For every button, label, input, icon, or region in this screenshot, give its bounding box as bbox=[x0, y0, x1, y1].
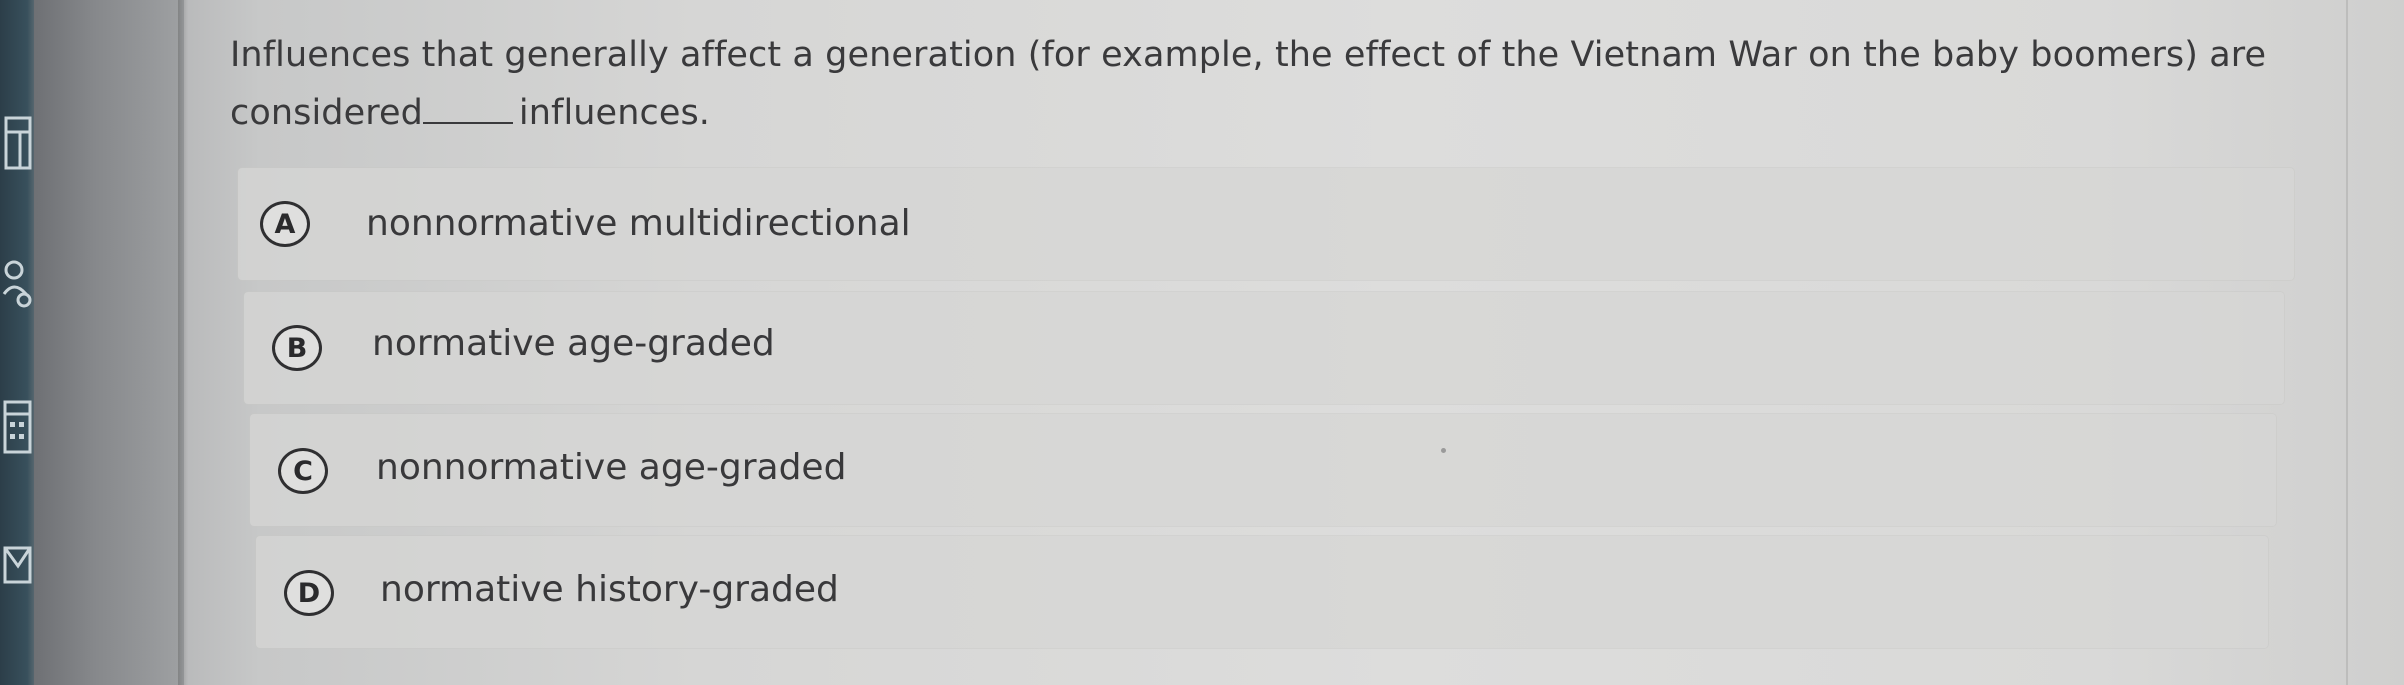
answer-option-c[interactable]: C nonnormative age-graded bbox=[250, 414, 2276, 526]
answer-option-d[interactable]: D normative history-graded bbox=[256, 536, 2268, 648]
answer-option-b[interactable]: B normative age-graded bbox=[244, 292, 2284, 404]
window-rail bbox=[34, 0, 184, 685]
people-icon[interactable] bbox=[2, 252, 32, 314]
option-label: normative history-graded bbox=[380, 569, 839, 610]
option-letter-badge: C bbox=[278, 448, 328, 494]
notebook-icon[interactable] bbox=[2, 112, 32, 174]
app-sidebar bbox=[0, 0, 34, 685]
option-label: nonnormative age-graded bbox=[376, 447, 847, 488]
question-text-after-blank: influences. bbox=[518, 93, 711, 133]
option-label: normative age-graded bbox=[372, 323, 775, 364]
screen-speck bbox=[1441, 448, 1446, 453]
content-edge-shadow bbox=[178, 0, 188, 685]
question-text: Influences that generally affect a gener… bbox=[230, 26, 2310, 142]
mail-icon[interactable] bbox=[2, 540, 32, 590]
option-label: nonnormative multidirectional bbox=[366, 203, 911, 244]
calendar-icon[interactable] bbox=[2, 394, 32, 460]
content-right-border bbox=[2346, 0, 2348, 685]
screen: Influences that generally affect a gener… bbox=[0, 0, 2404, 685]
answer-option-a[interactable]: A nonnormative multidirectional bbox=[238, 168, 2294, 280]
option-letter-badge: D bbox=[284, 570, 334, 616]
option-letter-badge: A bbox=[260, 201, 310, 247]
option-letter-badge: B bbox=[272, 325, 322, 371]
answer-blank bbox=[422, 92, 513, 124]
